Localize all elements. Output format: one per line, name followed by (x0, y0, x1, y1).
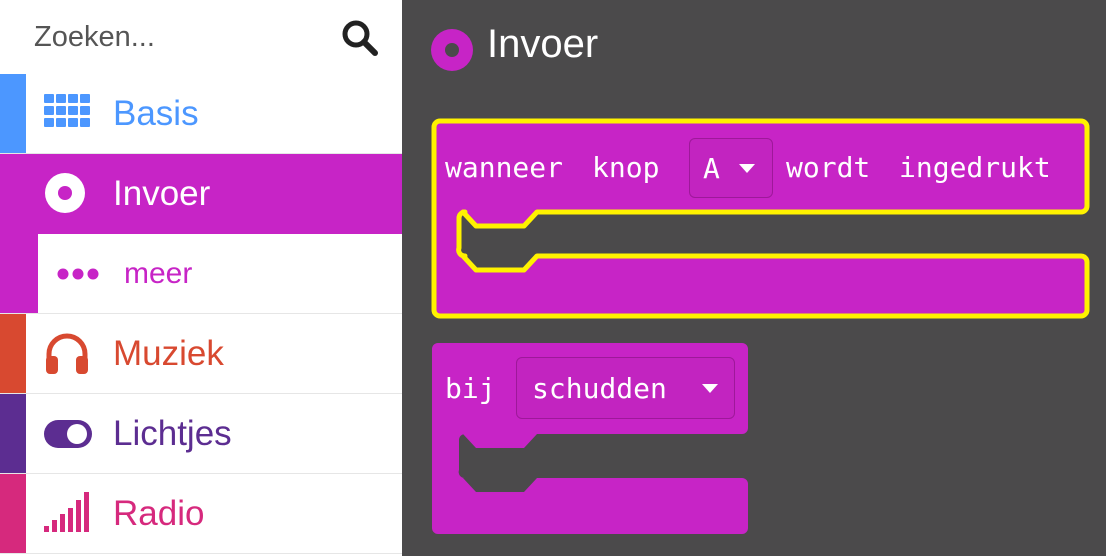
button-dropdown[interactable]: A (689, 138, 773, 198)
category-label: Invoer (113, 174, 211, 213)
on-button-pressed-block[interactable]: wanneer knop A wordt ingedrukt (402, 0, 1106, 556)
block-text-wanneer: wanneer (445, 151, 564, 184)
category-lichtjes[interactable]: Lichtjes (0, 394, 402, 474)
category-label: Muziek (113, 334, 224, 373)
block-text-ingedrukt: ingedrukt (899, 151, 1051, 184)
toolbox-sidebar: Basis Invoer meer Muziek (0, 0, 402, 556)
signal-bars-icon (44, 492, 89, 532)
headphones-icon (46, 333, 88, 374)
gesture-dropdown[interactable]: schudden (516, 357, 735, 419)
dropdown-value: A (703, 152, 720, 185)
category-color-bar (0, 394, 26, 473)
search-bar (0, 0, 402, 74)
category-color-bar (0, 474, 26, 553)
block-text-knop: knop (592, 151, 660, 184)
search-icon[interactable] (340, 18, 380, 58)
category-color-bar (0, 234, 38, 313)
on-gesture-block[interactable]: bij schudden (402, 0, 1106, 556)
category-label: Lichtjes (113, 414, 232, 453)
category-label: meer (124, 257, 193, 290)
category-basis[interactable]: Basis (0, 74, 402, 154)
radio-button-icon (45, 173, 85, 213)
category-label: Radio (113, 494, 205, 533)
category-label: Basis (113, 94, 199, 133)
radio-button-icon (431, 29, 473, 71)
toggle-icon (44, 420, 92, 448)
chevron-down-icon (702, 384, 718, 393)
flyout-title: Invoer (487, 22, 599, 66)
subcategory-meer[interactable]: meer (0, 234, 402, 314)
more-dots-icon (57, 268, 99, 280)
block-text-bij: bij (445, 372, 496, 405)
block-text-wordt: wordt (786, 151, 871, 184)
category-radio[interactable]: Radio (0, 474, 402, 554)
block-shape (432, 343, 748, 534)
block-shape (431, 118, 1090, 319)
category-color-bar (0, 314, 26, 393)
category-color-bar (0, 74, 26, 153)
dropdown-value: schudden (532, 372, 667, 405)
category-invoer[interactable]: Invoer (0, 154, 402, 234)
block-flyout: Invoer wanneer knop A wordt ingedrukt bi… (402, 0, 1106, 556)
chevron-down-icon (739, 164, 755, 173)
grid-icon (44, 94, 90, 127)
category-muziek[interactable]: Muziek (0, 314, 402, 394)
